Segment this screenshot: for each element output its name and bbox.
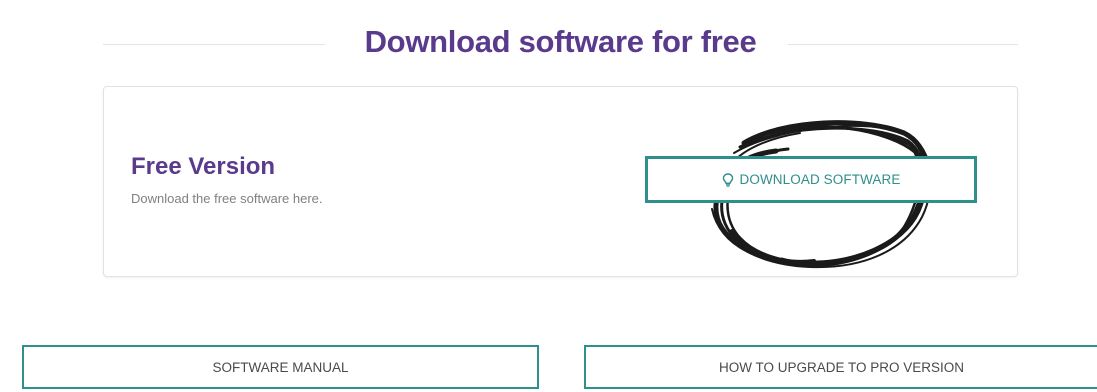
lightbulb-icon [722, 172, 734, 187]
download-software-label: DOWNLOAD SOFTWARE [739, 172, 901, 187]
software-manual-label: SOFTWARE MANUAL [212, 359, 349, 375]
download-page: Download software for free Free Version … [0, 0, 1097, 392]
download-software-button[interactable]: DOWNLOAD SOFTWARE [645, 156, 977, 203]
card-title: Free Version [131, 153, 276, 180]
card-description: Download the free software here. [131, 191, 323, 206]
software-manual-button[interactable]: SOFTWARE MANUAL [22, 345, 539, 389]
upgrade-to-pro-button[interactable]: HOW TO UPGRADE TO PRO VERSION [584, 345, 1097, 389]
free-version-card: Free Version Download the free software … [103, 86, 1018, 277]
page-title: Download software for free [364, 24, 757, 59]
upgrade-to-pro-label: HOW TO UPGRADE TO PRO VERSION [718, 359, 965, 375]
section-heading-row: Download software for free [103, 20, 1018, 68]
heading-divider-right [788, 44, 1018, 45]
